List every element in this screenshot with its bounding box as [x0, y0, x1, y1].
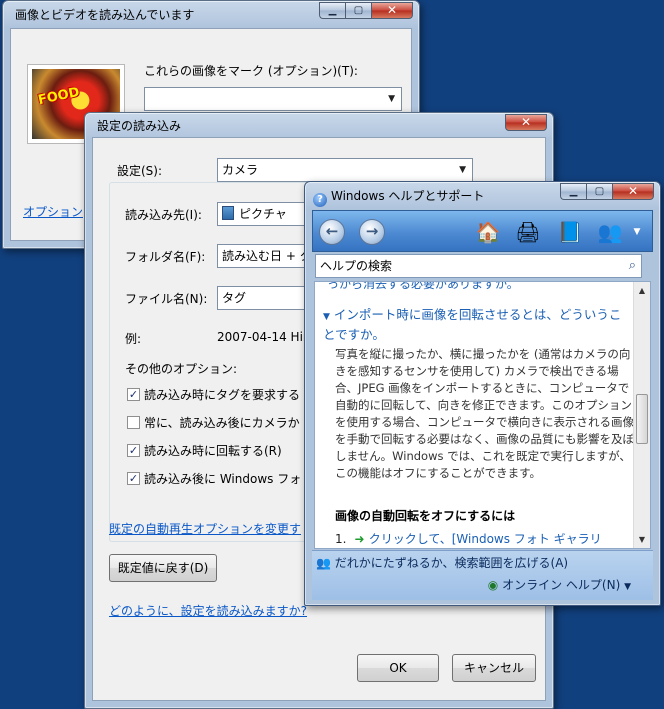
checkbox-box[interactable]: ✓	[127, 444, 140, 457]
pictures-folder-icon	[222, 206, 234, 220]
home-icon[interactable]: 🏠	[475, 218, 501, 246]
maximize-button[interactable]: ▢	[345, 2, 371, 19]
other-options-label: その他のオプション:	[125, 362, 238, 376]
checkbox-box[interactable]	[127, 416, 140, 429]
checkbox-label: 読み込み後に Windows フォ	[144, 472, 302, 486]
topic-paragraph: 写真を縦に撮ったか、横に撮ったかを (通常はカメラの向きを感知するセンサを使用し…	[335, 347, 634, 480]
checkbox-label: 常に、読み込み後にカメラか	[144, 416, 300, 430]
print-icon[interactable]: 🖨	[515, 218, 541, 246]
checkbox-box[interactable]: ✓	[127, 388, 140, 401]
window-title: 設定の読み込み	[97, 119, 182, 133]
ok-button[interactable]: OK	[357, 654, 439, 682]
file-name-label: ファイル名(N):	[125, 292, 208, 306]
folder-name-label: フォルダ名(F):	[125, 250, 206, 264]
help-toolbar: ← → 🏠 🖨 📘 👥 ▼	[312, 210, 653, 252]
scroll-thumb[interactable]	[636, 394, 648, 444]
chevron-down-icon[interactable]: ▼	[624, 582, 631, 592]
previous-topic-link[interactable]: っから消去する必要がありますか。	[327, 282, 519, 292]
forward-arrow-icon[interactable]: →	[359, 219, 385, 245]
howto-import-link[interactable]: どのように、設定を読み込みますか?	[109, 602, 307, 619]
help-content-pane: っから消去する必要がありますか。 ▼ インポート時に画像を回転させるとは、どういう…	[314, 281, 651, 549]
help-search-input[interactable]: ヘルプの検索 ⌕	[315, 254, 642, 278]
caption-buttons: ▁ ▢ ✕	[319, 2, 413, 19]
example-value: 2007-04-14 Hir	[217, 330, 308, 344]
destination-combobox[interactable]: ピクチャ	[217, 202, 317, 226]
caption-buttons: ▁ ▢ ✕	[560, 183, 654, 200]
minimize-button[interactable]: ▁	[560, 183, 586, 200]
globe-icon: ◉	[487, 578, 499, 592]
photo-logo: FOOD	[36, 84, 81, 109]
people-icon: 👥	[316, 556, 331, 570]
minimize-button[interactable]: ▁	[319, 2, 345, 19]
chevron-down-icon[interactable]: ▼	[388, 88, 395, 110]
chevron-down-icon[interactable]: ▼	[459, 159, 466, 181]
checkbox-erase-after-import[interactable]: 常に、読み込み後にカメラか	[127, 414, 300, 431]
online-help-button[interactable]: ◉ オンライン ヘルプ(N) ▼	[488, 576, 631, 593]
help-and-support-window: ? Windows ヘルプとサポート ▁ ▢ ✕ ← → 🏠 🖨 📘 👥 ▼ ヘル…	[304, 181, 661, 606]
help-footer: 👥 だれかにたずねるか、検索範囲を広げる(A) ◉ オンライン ヘルプ(N) ▼	[312, 550, 653, 600]
topic-heading: 画像の自動回転をオフにするには	[335, 509, 516, 523]
step-number: 1.	[335, 532, 347, 546]
settings-combobox[interactable]: カメラ ▼	[217, 158, 473, 182]
topic-question[interactable]: ▼ インポート時に画像を回転させるとは、どういうことですか。	[323, 306, 633, 344]
reset-defaults-button[interactable]: 既定値に戻す(D)	[109, 554, 217, 582]
file-name-value: タグ	[222, 291, 247, 305]
maximize-button[interactable]: ▢	[586, 183, 612, 200]
step-item[interactable]: 1. ➜ クリックして、[Windows フォト ギャラリ	[335, 530, 602, 547]
example-label: 例:	[125, 332, 142, 346]
help-question-icon: ?	[313, 193, 327, 207]
back-arrow-icon[interactable]: ←	[319, 219, 345, 245]
window-title-text: Windows ヘルプとサポート	[331, 189, 485, 203]
tag-prompt-label: これらの画像をマーク (オプション)(T):	[144, 64, 358, 78]
green-arrow-icon: ➜	[354, 532, 369, 546]
online-help-text: オンライン ヘルプ(N)	[502, 578, 621, 592]
close-button[interactable]: ✕	[505, 114, 547, 131]
folder-name-combobox[interactable]: 読み込む日 + タ	[217, 244, 317, 268]
step-text: クリックして、[Windows フォト ギャラリ	[368, 532, 602, 546]
ask-someone-text: だれかにたずねるか、検索範囲を広げる(A)	[334, 556, 569, 570]
destination-value: ピクチャ	[239, 207, 287, 221]
window-title: ? Windows ヘルプとサポート	[313, 187, 484, 207]
vertical-scrollbar[interactable]: ▲ ▼	[633, 282, 650, 548]
search-icon[interactable]: ⌕	[629, 255, 636, 277]
scroll-up-icon[interactable]: ▲	[634, 282, 650, 299]
help-search-placeholder: ヘルプの検索	[320, 259, 393, 273]
ask-icon[interactable]: 👥	[597, 218, 623, 246]
checkbox-tag-on-import[interactable]: ✓ 読み込み時にタグを要求する	[127, 386, 300, 403]
checkbox-rotate-on-import[interactable]: ✓ 読み込み時に回転する(R)	[127, 442, 282, 459]
checkbox-box[interactable]: ✓	[127, 472, 140, 485]
checkbox-label: 読み込み時に回転する(R)	[144, 444, 282, 458]
topic-question-text: インポート時に画像を回転させるとは、どういうことですか。	[323, 307, 622, 342]
checkbox-open-gallery[interactable]: ✓ 読み込み後に Windows フォ	[127, 470, 301, 487]
close-button[interactable]: ✕	[371, 2, 413, 19]
close-button[interactable]: ✕	[612, 183, 654, 200]
expand-triangle-icon: ▼	[323, 312, 330, 322]
file-name-combobox[interactable]: タグ	[217, 286, 317, 310]
tag-combobox[interactable]: ▼	[144, 87, 402, 111]
cancel-button[interactable]: キャンセル	[452, 654, 536, 682]
scroll-down-icon[interactable]: ▼	[634, 531, 650, 548]
caption-buttons: ✕	[505, 114, 547, 131]
options-link[interactable]: オプション	[23, 203, 83, 220]
settings-label: 設定(S):	[117, 164, 163, 178]
options-chevron-down-icon[interactable]: ▼	[629, 218, 645, 246]
folder-name-value: 読み込む日 + タ	[222, 249, 312, 263]
browse-help-icon[interactable]: 📘	[557, 218, 583, 246]
checkbox-label: 読み込み時にタグを要求する	[144, 388, 301, 402]
destination-label: 読み込み先(I):	[125, 208, 202, 222]
window-title: 画像とビデオを読み込んでいます	[15, 8, 195, 22]
ask-someone-link[interactable]: 👥 だれかにたずねるか、検索範囲を広げる(A)	[316, 554, 568, 571]
autoplay-options-link[interactable]: 既定の自動再生オプションを変更す	[109, 520, 301, 537]
settings-value: カメラ	[222, 163, 259, 177]
